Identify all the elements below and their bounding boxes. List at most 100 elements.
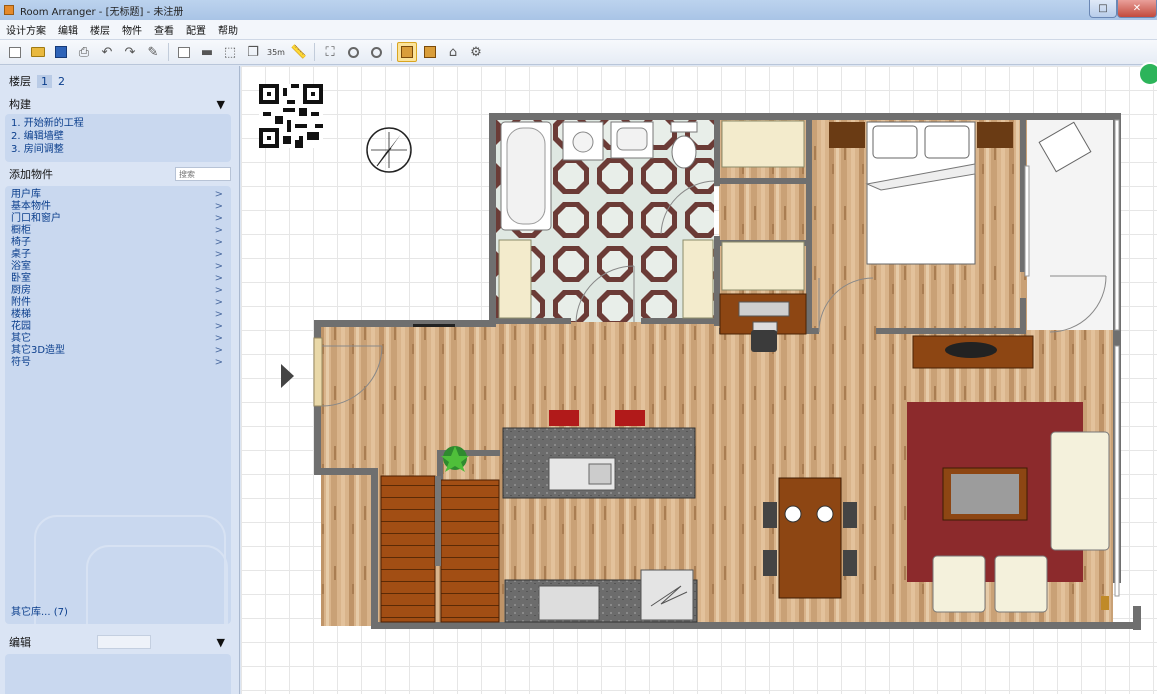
category-accessories[interactable]: 附件 > [11,297,225,309]
category-other-3d[interactable]: 其它3D造型 > [11,345,225,357]
edit-field[interactable] [96,635,151,649]
edit-section-header[interactable]: 编辑 ▼ [5,632,231,652]
zoom-out-icon [370,46,382,58]
wall-icon: ▬ [200,44,214,60]
category-label: 厨房 [11,285,31,296]
category-other[interactable]: 其它 > [11,333,225,345]
zoom-out-button[interactable] [366,42,386,62]
chevron-right-icon: > [214,249,223,260]
paint-button[interactable]: ✎ [143,42,163,62]
toolbar: ⎙ ↶ ↷ ✎ ▬ ⬚ ❐ 35m 📏 ⛶ ⌂ ⚙ [0,40,1157,65]
category-cabinets[interactable]: 橱柜 > [11,225,225,237]
left-panel: 楼层 1 2 构建 ▼ 1. 开始新的工程 2. 编辑墙壁 3. 房间调整 添加… [0,66,240,694]
zoom-fit-icon: ⛶ [325,44,335,60]
box-icon [401,46,413,58]
step-new-project[interactable]: 1. 开始新的工程 [11,117,225,130]
chevron-right-icon: > [214,213,223,224]
open-button[interactable] [28,42,48,62]
dimension-button[interactable]: 35m [266,42,286,62]
category-label: 其它 [11,333,31,344]
view-2d-button[interactable] [397,42,417,62]
category-label: 卧室 [11,273,31,284]
add-room-button[interactable] [174,42,194,62]
folder-icon [31,47,45,57]
chevron-right-icon: > [214,297,223,308]
measure-button[interactable]: 📏 [289,42,309,62]
floor-tab-1[interactable]: 1 [37,74,52,88]
category-user-library[interactable]: 用户库 > [11,189,225,201]
menu-config[interactable]: 配置 [186,22,206,37]
wifi-indicator-icon[interactable] [1138,62,1157,86]
build-header-label: 构建 [9,98,31,111]
category-basic[interactable]: 基本物件 > [11,201,225,213]
category-label: 浴室 [11,261,31,272]
layers-icon [424,46,436,58]
toolbar-separator [168,43,169,61]
menu-objects[interactable]: 物件 [122,22,142,37]
object-search-input[interactable] [175,167,231,181]
chevron-right-icon: > [214,273,223,284]
collapse-icon[interactable]: ▼ [217,636,225,649]
build-section-header[interactable]: 构建 ▼ [5,94,231,114]
floor-tab-2[interactable]: 2 [58,75,65,88]
menu-edit[interactable]: 编辑 [58,22,78,37]
undo-button[interactable]: ↶ [97,42,117,62]
menu-floor[interactable]: 楼层 [90,22,110,37]
zoom-in-icon [347,46,359,58]
category-doors-windows[interactable]: 门口和窗户 > [11,213,225,225]
category-chairs[interactable]: 椅子 > [11,237,225,249]
category-bedroom[interactable]: 卧室 > [11,273,225,285]
menu-bar: 设计方案 编辑 楼层 物件 查看 配置 帮助 [0,20,1157,40]
view-layers-button[interactable] [420,42,440,62]
walk-button[interactable]: ⚙ [466,42,486,62]
category-bathroom[interactable]: 浴室 > [11,261,225,273]
category-garden[interactable]: 花园 > [11,321,225,333]
select-button[interactable]: ⬚ [220,42,240,62]
add-wall-button[interactable]: ▬ [197,42,217,62]
print-button[interactable]: ⎙ [74,42,94,62]
category-label: 椅子 [11,237,31,248]
category-label: 门口和窗户 [11,213,61,224]
group-button[interactable]: ❐ [243,42,263,62]
chevron-right-icon: > [214,189,223,200]
menu-design[interactable]: 设计方案 [6,22,46,37]
brush-icon: ✎ [147,44,159,60]
chevron-right-icon: > [214,357,223,368]
floor-selector: 楼层 1 2 [5,68,231,94]
chevron-right-icon: > [214,225,223,236]
app-window: Room Arranger - [无标题] - 未注册 □ ✕ 设计方案 编辑 … [0,0,1157,694]
category-label: 其它3D造型 [11,345,66,356]
save-disk-icon [55,46,67,58]
maximize-button[interactable]: □ [1089,0,1117,18]
view-3d-button[interactable]: ⌂ [443,42,463,62]
category-label: 桌子 [11,249,31,260]
save-button[interactable] [51,42,71,62]
category-kitchen[interactable]: 厨房 > [11,285,225,297]
category-tables[interactable]: 桌子 > [11,249,225,261]
new-file-icon [9,46,21,58]
close-button[interactable]: ✕ [1117,0,1157,18]
chevron-right-icon: > [214,309,223,320]
category-symbols[interactable]: 符号 > [11,357,225,369]
collapse-icon[interactable]: ▼ [217,98,225,111]
step-adjust-room[interactable]: 3. 房间调整 [11,143,225,156]
category-stairs[interactable]: 楼梯 > [11,309,225,321]
build-steps: 1. 开始新的工程 2. 编辑墙壁 3. 房间调整 [5,114,231,162]
add-objects-header: 添加物件 [5,164,231,184]
new-file-button[interactable] [5,42,25,62]
toolbar-separator [391,43,392,61]
chevron-right-icon: > [214,321,223,332]
category-label: 用户库 [11,189,41,200]
floor-plan-canvas[interactable] [241,66,1157,694]
menu-view[interactable]: 查看 [154,22,174,37]
zoom-in-button[interactable] [343,42,363,62]
room-icon [178,46,190,58]
add-objects-label: 添加物件 [9,168,53,181]
step-edit-walls[interactable]: 2. 编辑墙壁 [11,130,225,143]
window-title: Room Arranger - [无标题] - 未注册 [20,6,184,18]
zoom-fit-button[interactable]: ⛶ [320,42,340,62]
redo-button[interactable]: ↷ [120,42,140,62]
more-libraries-link[interactable]: 其它库... (7) [11,603,68,618]
menu-help[interactable]: 帮助 [218,22,238,37]
category-label: 符号 [11,357,31,368]
